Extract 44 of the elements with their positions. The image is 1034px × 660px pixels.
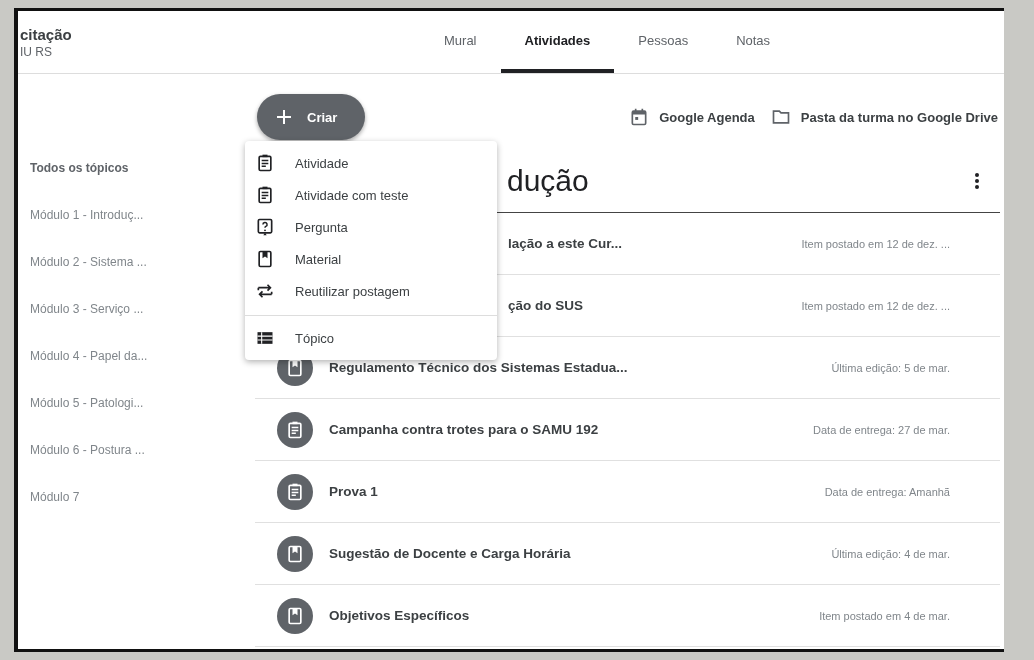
assignment-icon <box>277 473 313 510</box>
post-title[interactable]: ção do SUS <box>508 298 583 313</box>
post-date: Data de entrega: Amanhã <box>824 485 950 498</box>
nav-tab[interactable]: Atividades <box>500 11 615 73</box>
post-title[interactable]: Objetivos Específicos <box>329 608 470 623</box>
post-date: Item postado em 12 de dez. ... <box>801 237 950 250</box>
post-title[interactable]: Prova 1 <box>329 484 378 499</box>
post-title[interactable]: Regulamento Técnico dos Sistemas Estadua... <box>329 360 628 375</box>
post-date: Data de entrega: 27 de mar. <box>813 423 950 436</box>
clipboard-icon <box>255 185 275 205</box>
post-date: Item postado em 12 de dez. ... <box>801 299 950 312</box>
material-icon <box>277 535 313 572</box>
post-date: Última edição: 5 de mar. <box>831 361 950 374</box>
create-button[interactable]: Criar <box>257 94 366 140</box>
menu-item[interactable]: Material <box>245 243 497 275</box>
more-options-icon[interactable] <box>974 172 980 190</box>
nav-tab[interactable]: Notas <box>712 11 795 73</box>
clipboard-icon <box>255 153 275 173</box>
nav-tab[interactable]: Mural <box>420 11 501 73</box>
topic-heading: dução <box>507 164 589 198</box>
folder-icon <box>770 107 791 127</box>
nav-tab[interactable]: Pessoas <box>614 11 713 73</box>
material-icon <box>277 597 313 634</box>
topic-link[interactable]: Módulo 6 - Postura ... <box>30 443 255 490</box>
post-date: Última edição: 4 de mar. <box>831 547 950 560</box>
plus-icon <box>275 108 293 126</box>
topic-link[interactable]: Módulo 7 <box>30 490 255 537</box>
class-title: citação <box>20 25 73 43</box>
menu-item[interactable]: Pergunta <box>245 211 497 243</box>
post-date: Item postado em 4 de mar. <box>819 609 950 622</box>
post-title[interactable]: lação a este Cur... <box>508 236 623 251</box>
menu-item[interactable]: Atividade <box>245 147 497 179</box>
bookmark-page-icon <box>255 249 275 269</box>
post-title[interactable]: Campanha contra trotes para o SAMU 192 <box>329 422 599 437</box>
menu-item[interactable]: Reutilizar postagem <box>245 275 497 307</box>
post-title[interactable]: Sugestão de Docente e Carga Horária <box>329 546 571 561</box>
question-icon <box>255 217 275 237</box>
topic-link[interactable]: Módulo 5 - Patologi... <box>30 396 255 443</box>
menu-item[interactable]: Atividade com teste <box>245 179 497 211</box>
toolbar-link[interactable]: Pasta da turma no Google Drive <box>770 107 998 127</box>
assignment-icon <box>277 411 313 448</box>
toolbar-link[interactable]: Google Agenda <box>629 107 755 127</box>
class-subtitle: IU RS <box>20 44 53 59</box>
calendar-icon <box>629 107 650 127</box>
